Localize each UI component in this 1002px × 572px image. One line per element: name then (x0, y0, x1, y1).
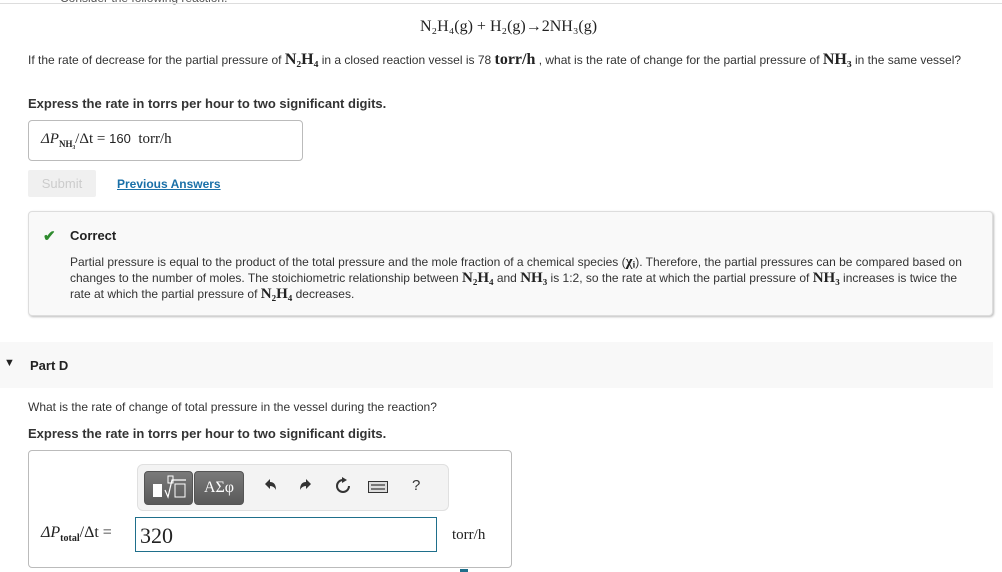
collapse-triangle-icon[interactable]: ▼ (4, 357, 15, 369)
previous-answers-link[interactable]: Previous Answers (117, 177, 221, 191)
keyboard-icon[interactable] (368, 480, 388, 498)
undo-icon[interactable] (262, 477, 278, 498)
checkmark-icon: ✔ (43, 228, 56, 245)
redo-icon[interactable] (298, 477, 314, 498)
reset-icon[interactable] (334, 477, 352, 500)
greek-symbols-button[interactable]: ΑΣφ (194, 471, 244, 505)
part-c-instruction: Express the rate in torrs per hour to tw… (28, 96, 387, 111)
feedback-status: Correct (70, 228, 117, 243)
part-c-question: If the rate of decrease for the partial … (28, 51, 962, 68)
feedback-panel: ✔ Correct Partial pressure is equal to t… (28, 211, 993, 316)
divider (0, 3, 1002, 4)
part-d-title: Part D (30, 358, 69, 373)
submit-button[interactable]: Submit (28, 170, 96, 197)
templates-button[interactable] (144, 471, 193, 505)
part-d-question: What is the rate of change of total pres… (28, 400, 437, 414)
answer-label: ΔPNH₃/Δt = (41, 131, 110, 149)
unit-torr-h: torr/h (494, 51, 536, 68)
part-d-header[interactable]: ▼ Part D (0, 342, 993, 388)
reaction-equation: N₂H₄(g) + H₂(g)→2NH₃(g) (420, 18, 598, 35)
templates-icon (153, 475, 186, 499)
answer-label: ΔPtotal/Δt = (41, 524, 112, 545)
species-nh3: NH₃ (822, 51, 852, 68)
math-toolbar: ΑΣφ ? (137, 464, 449, 511)
answer-value: 160 (109, 131, 131, 146)
answer-input[interactable]: 320 (135, 517, 437, 552)
answer-unit: torr/h (452, 527, 486, 543)
species-n2h4: N₂H₄ (284, 51, 319, 68)
answer-unit: torr/h (138, 131, 172, 147)
part-c-answer-box: ΔPNH₃/Δt = 160 torr/h (28, 120, 303, 161)
part-d-answer-area: ΑΣφ ? ΔPtotal/Δt = 320 torr/h (28, 450, 512, 568)
part-d-instruction: Express the rate in torrs per hour to tw… (28, 426, 387, 441)
help-button[interactable]: ? (412, 477, 420, 494)
feedback-text: Partial pressure is equal to the product… (70, 254, 962, 302)
